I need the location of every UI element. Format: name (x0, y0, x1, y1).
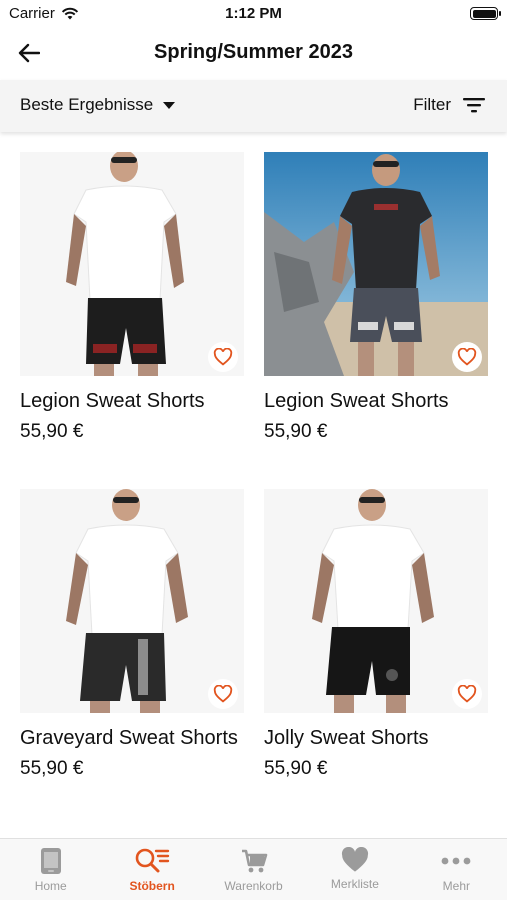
product-price: 55,90 € (20, 421, 84, 442)
cart-icon (241, 849, 267, 873)
product-card[interactable]: Jolly Sweat Shorts 55,90 € (264, 489, 488, 780)
product-name: Legion Sweat Shorts (264, 390, 449, 412)
wishlist-button[interactable] (208, 342, 238, 372)
product-card[interactable]: Legion Sweat Shorts 55,90 € (20, 152, 244, 443)
product-price: 55,90 € (264, 421, 328, 442)
product-card[interactable]: Legion Sweat Shorts 55,90 € (264, 152, 488, 443)
product-image[interactable] (20, 489, 244, 713)
sort-dropdown[interactable]: Beste Ergebnisse (20, 95, 176, 115)
tab-wishlist[interactable]: Merkliste (304, 839, 405, 900)
tab-label: Warenkorb (224, 879, 283, 893)
filter-icon (463, 98, 485, 113)
tab-browse[interactable]: Stöbern (101, 839, 202, 900)
product-card[interactable]: Graveyard Sweat Shorts 55,90 € (20, 489, 244, 780)
page-title: Spring/Summer 2023 (154, 41, 353, 63)
tab-bar: Home Stöbern Warenkorb Merkliste Mehr (0, 838, 507, 900)
heart-outline-icon (213, 348, 233, 366)
product-grid: Legion Sweat Shorts 55,90 € Legion Sweat… (0, 132, 507, 838)
tab-cart[interactable]: Warenkorb (203, 839, 304, 900)
filter-label: Filter (413, 95, 451, 114)
wishlist-button[interactable] (452, 342, 482, 372)
tab-label: Stöbern (129, 879, 175, 893)
heart-outline-icon (457, 348, 477, 366)
tab-label: Home (34, 879, 67, 893)
model-photo (20, 152, 244, 376)
model-photo (264, 489, 488, 713)
filter-button[interactable]: Filter (413, 95, 485, 115)
product-name: Graveyard Sweat Shorts (20, 727, 238, 749)
sort-filter-bar: Beste Ergebnisse Filter (0, 80, 507, 132)
tab-label: Merkliste (330, 877, 379, 891)
navigation-bar: Spring/Summer 2023 (0, 28, 507, 78)
heart-outline-icon (457, 685, 477, 703)
sort-label: Beste Ergebnisse (20, 95, 154, 114)
model-photo (20, 489, 244, 713)
heart-outline-icon (213, 685, 233, 703)
model-photo (264, 152, 488, 376)
tab-label: Mehr (442, 879, 470, 893)
product-image[interactable] (264, 489, 488, 713)
product-name: Legion Sweat Shorts (20, 390, 205, 412)
more-dots-icon (441, 857, 471, 865)
product-image[interactable] (264, 152, 488, 376)
heart-icon (341, 847, 368, 872)
tab-home[interactable]: Home (0, 839, 101, 900)
product-price: 55,90 € (264, 758, 328, 779)
battery-icon (470, 7, 501, 20)
product-price: 55,90 € (20, 758, 84, 779)
product-name: Jolly Sweat Shorts (264, 727, 429, 749)
product-image[interactable] (20, 152, 244, 376)
status-time: 1:12 PM (225, 5, 282, 22)
tab-more[interactable]: Mehr (406, 839, 507, 900)
phone-icon (40, 848, 61, 874)
wishlist-button[interactable] (452, 679, 482, 709)
caret-down-icon (163, 101, 176, 109)
search-list-icon (135, 848, 170, 873)
wishlist-button[interactable] (208, 679, 238, 709)
status-bar: Carrier 1:12 PM (0, 0, 507, 28)
